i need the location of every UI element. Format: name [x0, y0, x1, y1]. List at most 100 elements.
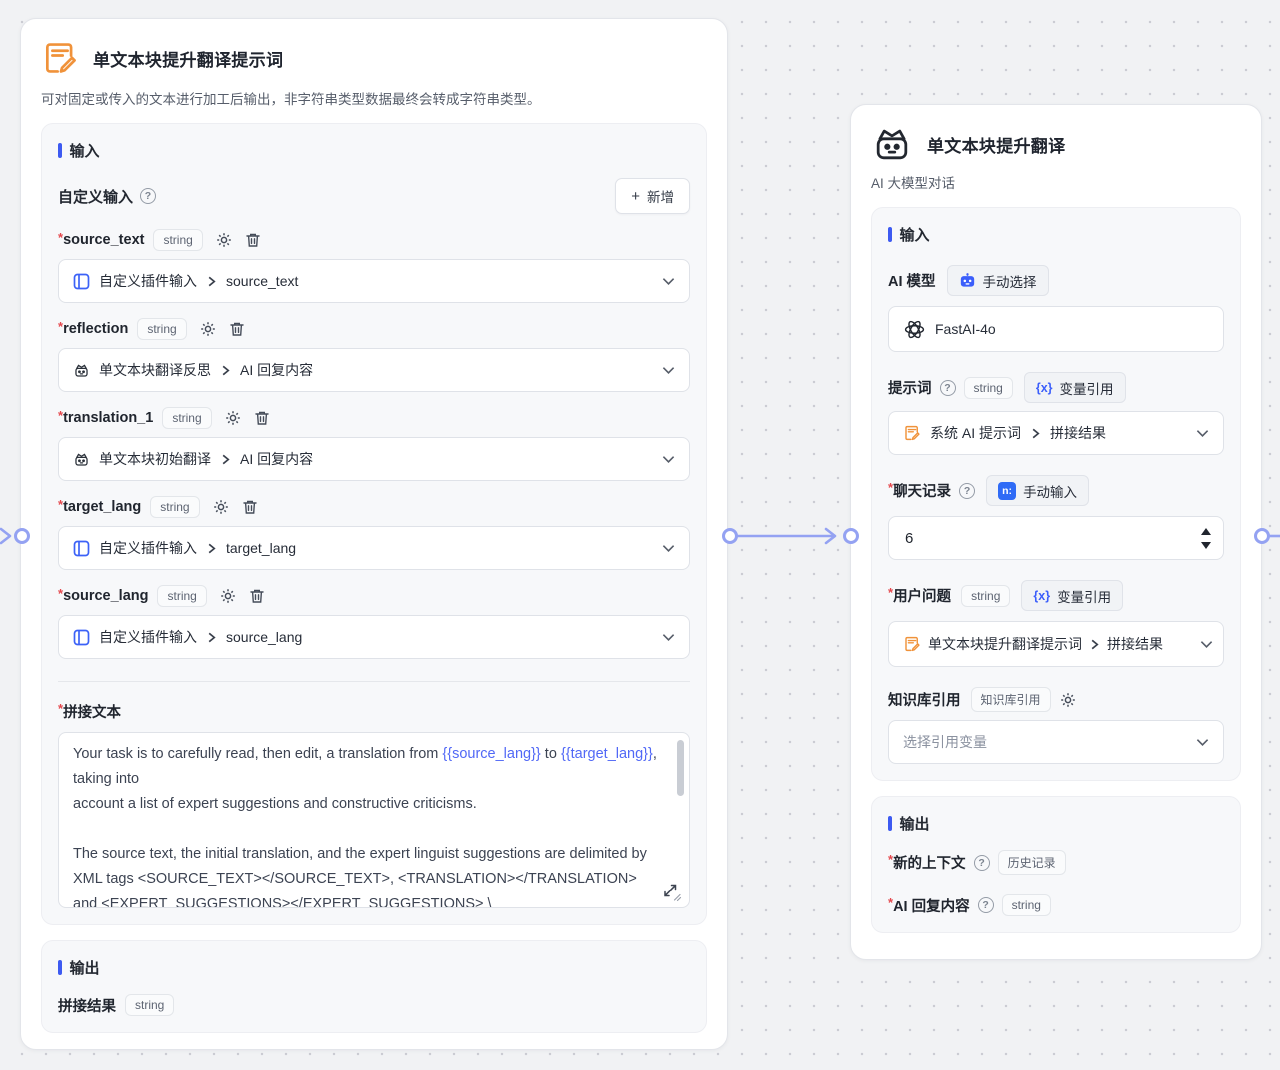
chat-history-count-input[interactable]: 6 [888, 516, 1224, 560]
required-asterisk: * [888, 852, 893, 867]
chevron-down-icon [662, 544, 675, 553]
source-node-name: 自定义插件输入 [99, 538, 197, 558]
variable-icon: {x} [1036, 381, 1053, 395]
source-select[interactable]: 单文本块初始翻译 AI 回复内容 [58, 437, 690, 481]
expand-icon[interactable] [662, 882, 682, 902]
chevron-right-icon [1089, 638, 1100, 651]
divider [58, 681, 690, 682]
help-icon[interactable]: ? [974, 855, 990, 871]
increment-button[interactable] [1201, 528, 1211, 535]
user-question-source-select[interactable]: 单文本块提升翻译提示词 拼接结果 [888, 621, 1224, 667]
source-select[interactable]: 单文本块翻译反思 AI 回复内容 [58, 348, 690, 392]
required-asterisk: * [888, 895, 893, 910]
prompt-source-select[interactable]: 系统 AI 提示词 拼接结果 [888, 411, 1224, 455]
input-port[interactable] [845, 530, 858, 543]
help-icon[interactable]: ? [140, 188, 156, 204]
custom-input-label: 自定义输入 ? [58, 186, 156, 207]
output-port[interactable] [724, 530, 737, 543]
doc-pencil-icon [903, 424, 921, 442]
field-reflection: * reflection string 单文本块翻译反思 AI 回复内容 [58, 318, 690, 392]
variable-ref-badge[interactable]: {x} 变量引用 [1024, 372, 1126, 403]
textarea-scrollbar[interactable] [677, 740, 684, 796]
trash-icon[interactable] [229, 321, 245, 337]
concat-text-label: 拼接文本 [63, 701, 121, 722]
right-card-subtitle: AI 大模型对话 [871, 172, 1241, 192]
section-bar [58, 960, 62, 975]
history-badge: 历史记录 [998, 850, 1066, 875]
source-node-name: 自定义插件输入 [99, 271, 197, 291]
doc-pencil-icon [41, 39, 79, 77]
help-icon[interactable]: ? [978, 897, 994, 913]
source-field-name: source_text [226, 273, 653, 289]
concat-text-content: Your task is to carefully read, then edi… [73, 742, 663, 908]
gear-icon[interactable] [225, 410, 241, 426]
chat-history-label: 聊天记录 [893, 480, 951, 501]
section-bar [888, 227, 892, 242]
required-asterisk: * [58, 701, 63, 716]
input-section-title: 输入 [70, 140, 100, 161]
openai-icon [903, 318, 926, 341]
chevron-down-icon [662, 277, 675, 286]
source-select[interactable]: 自定义插件输入 source_lang [58, 615, 690, 659]
trash-icon[interactable] [242, 499, 258, 515]
llm-chat-node-card[interactable]: 单文本块提升翻译 AI 大模型对话 输入 AI 模型 手动选择 FastAI-4… [850, 104, 1262, 960]
trash-icon[interactable] [245, 232, 261, 248]
output-section-header: 输出 [888, 813, 1224, 834]
chevron-right-icon [220, 364, 231, 377]
gear-icon[interactable] [200, 321, 216, 337]
edge-left-to-right-node[interactable] [722, 522, 860, 550]
output-section-title: 输出 [70, 957, 100, 978]
manual-input-badge[interactable]: n: 手动输入 [986, 475, 1089, 506]
input-section-header: 输入 [58, 140, 690, 161]
input-port[interactable] [16, 530, 29, 543]
decrement-button[interactable] [1201, 542, 1211, 549]
gear-icon[interactable] [216, 232, 232, 248]
section-bar [888, 816, 892, 831]
source-node-name: 自定义插件输入 [99, 627, 197, 647]
robot-blue-icon [959, 273, 976, 288]
number-icon: n: [998, 482, 1016, 500]
source-field-name: AI 回复内容 [240, 360, 653, 380]
user-question-label: 用户问题 [893, 585, 951, 606]
source-field-name: source_lang [226, 629, 653, 645]
chevron-down-icon [1196, 429, 1209, 438]
add-input-button[interactable]: + 新增 [615, 178, 690, 214]
help-icon[interactable]: ? [940, 380, 956, 396]
type-badge: string [157, 585, 206, 607]
gear-icon[interactable] [220, 588, 236, 604]
gear-icon[interactable] [1060, 692, 1076, 708]
help-icon[interactable]: ? [959, 483, 975, 499]
incoming-edge-left[interactable] [0, 522, 34, 550]
required-asterisk: * [888, 480, 893, 495]
robot-icon [73, 451, 90, 468]
required-asterisk: * [58, 586, 63, 601]
required-asterisk: * [888, 585, 893, 600]
chevron-down-icon [662, 366, 675, 375]
chevron-down-icon [662, 455, 675, 464]
required-asterisk: * [58, 408, 63, 423]
trash-icon[interactable] [249, 588, 265, 604]
robot-icon [871, 125, 913, 163]
model-name: FastAI-4o [935, 321, 1209, 337]
variable-ref-badge[interactable]: {x} 变量引用 [1021, 580, 1123, 611]
doc-pencil-icon [903, 635, 921, 653]
manual-select-badge[interactable]: 手动选择 [947, 265, 1049, 296]
text-concat-node-card[interactable]: 单文本块提升翻译提示词 可对固定或传入的文本进行加工后输出，非字符串类型数据最终… [20, 18, 728, 1050]
plugin-icon [73, 629, 90, 646]
source-select[interactable]: 自定义插件输入 target_lang [58, 526, 690, 570]
source-select[interactable]: 自定义插件输入 source_text [58, 259, 690, 303]
chevron-down-icon [1196, 738, 1209, 747]
output-port[interactable] [1256, 530, 1269, 543]
concat-text-editor[interactable]: Your task is to carefully read, then edi… [58, 732, 690, 908]
right-output-panel: 输出 * 新的上下文 ? 历史记录 * AI 回复内容 ? string [871, 796, 1241, 933]
model-select[interactable]: FastAI-4o [888, 306, 1224, 352]
type-badge: string [961, 585, 1010, 607]
gear-icon[interactable] [213, 499, 229, 515]
trash-icon[interactable] [254, 410, 270, 426]
output-section-title: 输出 [900, 813, 930, 834]
knowledge-select[interactable]: 选择引用变量 [888, 720, 1224, 764]
chevron-right-icon [206, 631, 217, 644]
chat-history-value: 6 [905, 530, 913, 547]
outgoing-edge-right[interactable] [1252, 522, 1280, 550]
left-card-header: 单文本块提升翻译提示词 [41, 39, 707, 77]
